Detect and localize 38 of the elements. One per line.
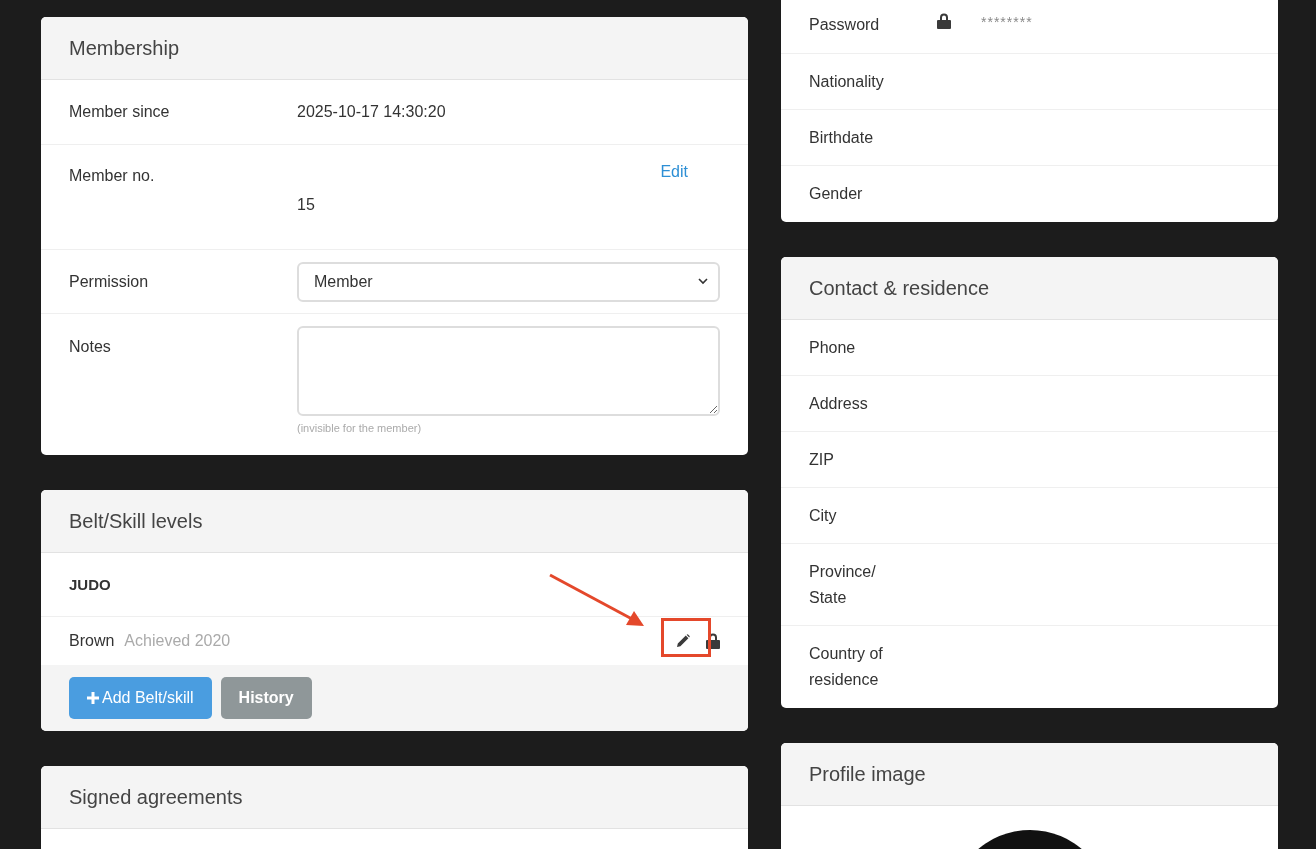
field-value: 15: [297, 196, 316, 214]
field-label: Phone: [809, 337, 857, 358]
card-title: Signed agreements: [69, 785, 243, 809]
field-label: Country of residence: [809, 644, 884, 690]
notes-field[interactable]: [297, 326, 720, 416]
card-title: Membership: [69, 36, 180, 60]
card-title: Contact & residence: [809, 276, 990, 300]
lock-icon: [706, 633, 720, 649]
field-label: ZIP: [809, 449, 835, 470]
field-label: Province/ State: [809, 561, 877, 608]
belt-level: Brown: [69, 632, 115, 650]
field-label: Password: [809, 15, 881, 35]
field-label: City: [809, 505, 838, 526]
hint-text: (invisible for the member): [297, 422, 423, 434]
field-label: Address: [809, 393, 869, 414]
field-label: Birthdate: [809, 127, 875, 148]
card-title: Profile image: [809, 762, 926, 786]
highlight-box: [661, 618, 711, 657]
edit-link[interactable]: Edit: [660, 163, 688, 181]
field-label: Gender: [809, 184, 864, 204]
lock-icon: [937, 13, 951, 29]
field-label: Member since: [69, 102, 171, 122]
chevron-down-icon: [698, 278, 708, 285]
achieved-text: Achieved 2020: [124, 632, 231, 650]
field-label: Member no.: [69, 166, 156, 186]
edit-button[interactable]: [676, 634, 690, 648]
history-button[interactable]: History: [220, 677, 312, 719]
field-label: Nationality: [809, 71, 885, 92]
field-value: 2025-10-17 14:30:20: [297, 103, 446, 121]
add-button[interactable]: Add Belt/skill: [69, 677, 212, 719]
discipline-label: JUDO: [69, 576, 111, 593]
field-label: Permission: [69, 271, 150, 292]
permission-select[interactable]: Member: [297, 261, 720, 302]
plus-icon: [87, 692, 99, 704]
field-label: Notes: [69, 337, 112, 357]
pencil-icon: [676, 634, 690, 648]
password-value: ********: [981, 14, 1033, 30]
card-title: Belt/Skill levels: [69, 509, 203, 533]
